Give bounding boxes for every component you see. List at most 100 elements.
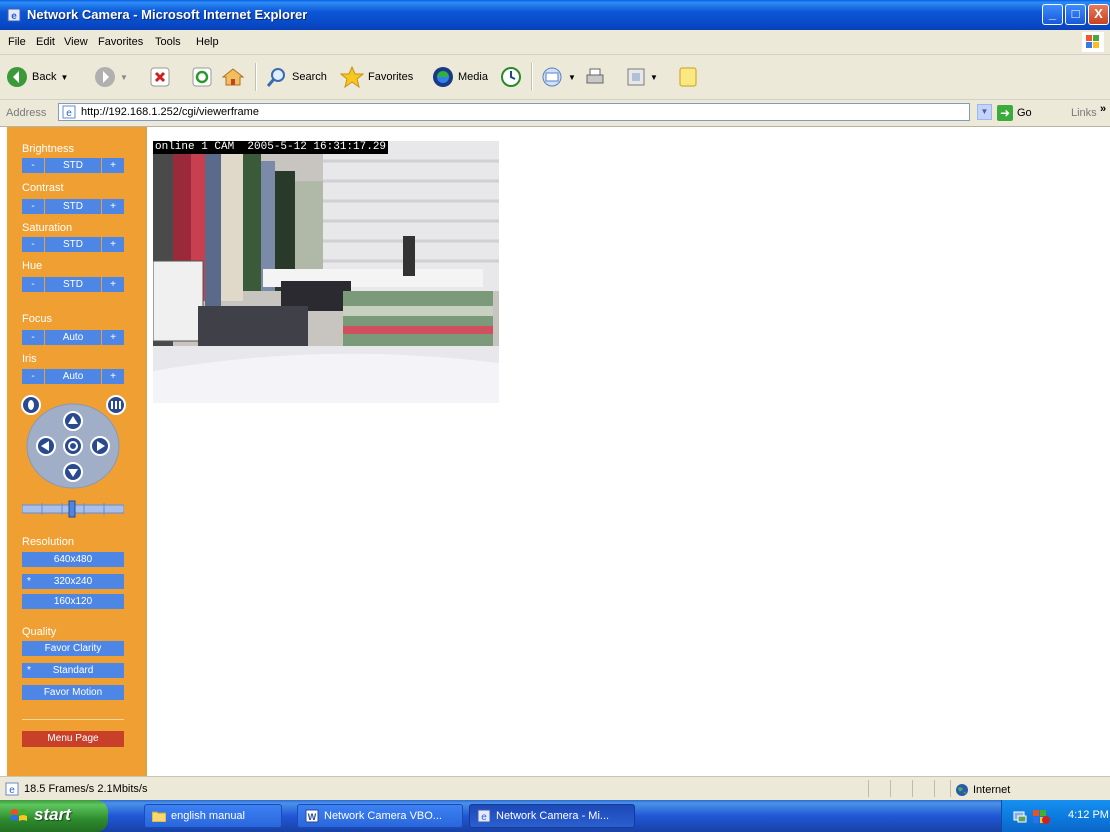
resolution-160x120-button[interactable]: 160x120 bbox=[22, 594, 124, 609]
home-position-icon[interactable] bbox=[63, 436, 83, 456]
focus-plus-button[interactable]: + bbox=[102, 330, 124, 345]
hue-control: - STD + bbox=[22, 277, 124, 292]
hue-label: Hue bbox=[22, 260, 43, 272]
page-icon: e bbox=[62, 105, 76, 119]
note-icon bbox=[679, 67, 697, 87]
hue-std-button[interactable]: STD bbox=[45, 277, 102, 292]
history-icon bbox=[501, 67, 521, 87]
resolution-label: Resolution bbox=[22, 536, 74, 548]
contrast-std-button[interactable]: STD bbox=[45, 199, 102, 214]
slider-thumb[interactable] bbox=[68, 500, 76, 518]
favorites-label: Favorites bbox=[368, 71, 414, 83]
tilt-up-icon[interactable] bbox=[63, 411, 83, 431]
zoom-out-icon[interactable] bbox=[21, 395, 41, 415]
stop-button[interactable] bbox=[150, 65, 170, 89]
menu-edit[interactable]: Edit bbox=[36, 36, 55, 48]
menu-help[interactable]: Help bbox=[196, 36, 219, 48]
stop-icon bbox=[150, 67, 170, 87]
go-button[interactable]: ➜ Go bbox=[997, 105, 1032, 121]
history-button[interactable] bbox=[500, 65, 522, 89]
security-alert-tray-icon[interactable] bbox=[1032, 808, 1050, 824]
address-input[interactable]: e http://192.168.1.252/cgi/viewerframe bbox=[58, 103, 970, 121]
page-content: Brightness - STD + Contrast - STD + Satu… bbox=[0, 127, 1110, 776]
hue-minus-button[interactable]: - bbox=[22, 277, 45, 292]
network-tray-icon[interactable] bbox=[1012, 808, 1028, 824]
resolution-320x240-label: 320x240 bbox=[53, 576, 93, 587]
resolution-640x480-button[interactable]: 640x480 bbox=[22, 552, 124, 567]
quality-favor-motion-button[interactable]: Favor Motion bbox=[22, 685, 124, 700]
brightness-std-button[interactable]: STD bbox=[45, 158, 102, 173]
iris-minus-button[interactable]: - bbox=[22, 369, 45, 384]
status-bar: e 18.5 Frames/s 2.1Mbits/s Internet bbox=[0, 776, 1110, 801]
media-button[interactable]: Media bbox=[432, 65, 488, 89]
saturation-plus-button[interactable]: + bbox=[102, 237, 124, 252]
chevron-down-icon[interactable]: ▼ bbox=[60, 73, 68, 82]
start-button[interactable]: start bbox=[0, 800, 108, 832]
saturation-control: - STD + bbox=[22, 237, 124, 252]
resolution-160x120-label: 160x120 bbox=[53, 596, 93, 607]
iris-control: - Auto + bbox=[22, 369, 124, 384]
back-button[interactable]: Back ▼ bbox=[6, 65, 68, 89]
maximize-button[interactable]: □ bbox=[1065, 4, 1086, 25]
address-dropdown-button[interactable]: ▼ bbox=[977, 104, 992, 120]
focus-control: - Auto + bbox=[22, 330, 124, 345]
chevron-down-icon[interactable]: ▼ bbox=[568, 73, 576, 82]
window-title-bar[interactable]: e Network Camera - Microsoft Internet Ex… bbox=[0, 0, 1110, 30]
focus-minus-button[interactable]: - bbox=[22, 330, 45, 345]
quality-favor-motion-label: Favor Motion bbox=[43, 687, 103, 698]
home-button[interactable] bbox=[222, 65, 244, 89]
brightness-plus-button[interactable]: + bbox=[102, 158, 124, 173]
system-tray: 4:12 PM bbox=[1001, 800, 1110, 832]
links-chevron-icon[interactable]: » bbox=[1100, 103, 1106, 115]
address-url: http://192.168.1.252/cgi/viewerframe bbox=[81, 106, 259, 118]
speed-slider[interactable] bbox=[22, 499, 124, 519]
edit-button[interactable]: ▼ bbox=[626, 65, 658, 89]
brightness-control: - STD + bbox=[22, 158, 124, 173]
quality-favor-clarity-label: Favor Clarity bbox=[44, 643, 102, 654]
menu-tools[interactable]: Tools bbox=[155, 36, 181, 48]
zoom-in-icon[interactable] bbox=[106, 395, 126, 415]
iris-plus-button[interactable]: + bbox=[102, 369, 124, 384]
quality-standard-button[interactable]: * Standard bbox=[22, 663, 124, 678]
quality-favor-clarity-button[interactable]: Favor Clarity bbox=[22, 641, 124, 656]
saturation-minus-button[interactable]: - bbox=[22, 237, 45, 252]
menu-file[interactable]: File bbox=[8, 36, 26, 48]
saturation-std-button[interactable]: STD bbox=[45, 237, 102, 252]
minimize-button[interactable]: _ bbox=[1042, 4, 1063, 25]
close-button[interactable]: X bbox=[1088, 4, 1109, 25]
pan-right-icon[interactable] bbox=[90, 436, 110, 456]
contrast-plus-button[interactable]: + bbox=[102, 199, 124, 214]
focus-auto-button[interactable]: Auto bbox=[45, 330, 102, 345]
mail-button[interactable]: ▼ bbox=[540, 65, 576, 89]
tilt-down-icon[interactable] bbox=[63, 462, 83, 482]
chevron-down-icon[interactable]: ▼ bbox=[650, 73, 658, 82]
pan-left-icon[interactable] bbox=[36, 436, 56, 456]
start-label: start bbox=[34, 805, 71, 824]
refresh-button[interactable] bbox=[192, 65, 212, 89]
print-button[interactable] bbox=[584, 65, 606, 89]
taskbar-item-label: english manual bbox=[171, 810, 245, 822]
windows-flag-icon bbox=[11, 809, 27, 821]
menu-favorites[interactable]: Favorites bbox=[98, 36, 143, 48]
taskbar-item-internet-explorer[interactable]: e Network Camera - Mi... bbox=[469, 804, 635, 828]
search-button[interactable]: Search bbox=[266, 65, 327, 89]
links-button[interactable]: Links bbox=[1071, 107, 1097, 119]
forward-button[interactable]: ▼ bbox=[94, 65, 128, 89]
camera-osd-overlay: online 1 CAM 2005-5-12 16:31:17.29 bbox=[153, 141, 389, 154]
resolution-320x240-button[interactable]: * 320x240 bbox=[22, 574, 124, 589]
brightness-minus-button[interactable]: - bbox=[22, 158, 45, 173]
messenger-button[interactable] bbox=[678, 65, 698, 89]
pan-tilt-pad bbox=[21, 395, 126, 489]
contrast-minus-button[interactable]: - bbox=[22, 199, 45, 214]
taskbar-item-english-manual[interactable]: english manual bbox=[144, 804, 282, 828]
hue-plus-button[interactable]: + bbox=[102, 277, 124, 292]
menu-view[interactable]: View bbox=[64, 36, 88, 48]
taskbar-item-word-document[interactable]: W Network Camera VBO... bbox=[297, 804, 463, 828]
menu-page-button[interactable]: Menu Page bbox=[22, 731, 124, 747]
chevron-down-icon[interactable]: ▼ bbox=[120, 73, 128, 82]
media-label: Media bbox=[458, 71, 488, 83]
sidebar-divider bbox=[22, 719, 124, 720]
back-arrow-icon bbox=[7, 67, 27, 87]
favorites-button[interactable]: Favorites bbox=[340, 65, 413, 89]
iris-auto-button[interactable]: Auto bbox=[45, 369, 102, 384]
